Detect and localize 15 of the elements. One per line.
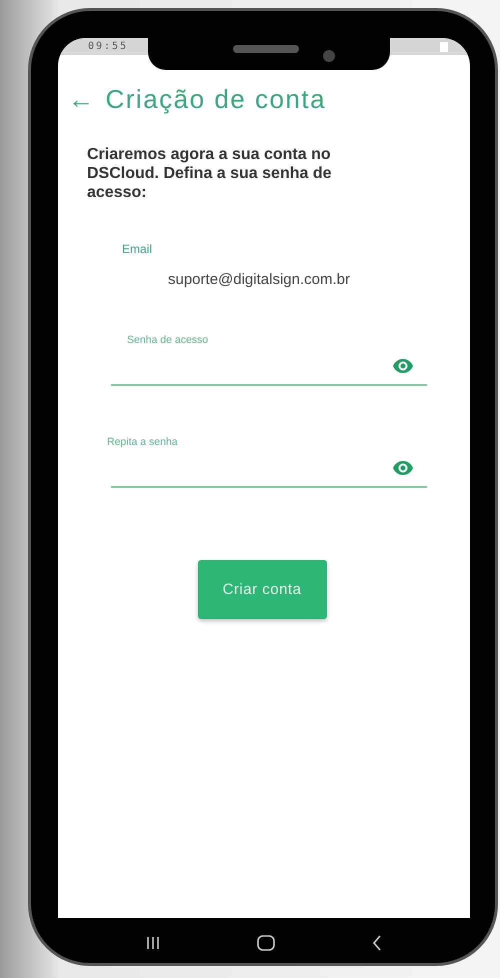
password-field[interactable]: Senha de acesso (111, 334, 427, 386)
field-label: Senha de acesso (127, 334, 208, 346)
status-time: 09:55 (88, 41, 128, 52)
back-arrow[interactable]: ← (68, 83, 96, 115)
home-icon[interactable] (256, 935, 275, 951)
email-field[interactable]: suporte@digitalsign.com.br (111, 271, 427, 288)
intro-text: Criaremos agora a sua conta no DSCloud. Defina a sua senha de acesso: (87, 145, 332, 202)
create-account-button[interactable]: Criar conta (198, 560, 326, 619)
eye-icon[interactable] (393, 359, 413, 373)
page-title: Criação de conta (106, 83, 326, 115)
field-label: Email (122, 242, 152, 256)
recent-apps-icon[interactable] (146, 936, 160, 950)
eye-icon[interactable] (393, 461, 413, 475)
back-icon[interactable] (372, 935, 382, 951)
battery-icon (440, 42, 448, 52)
